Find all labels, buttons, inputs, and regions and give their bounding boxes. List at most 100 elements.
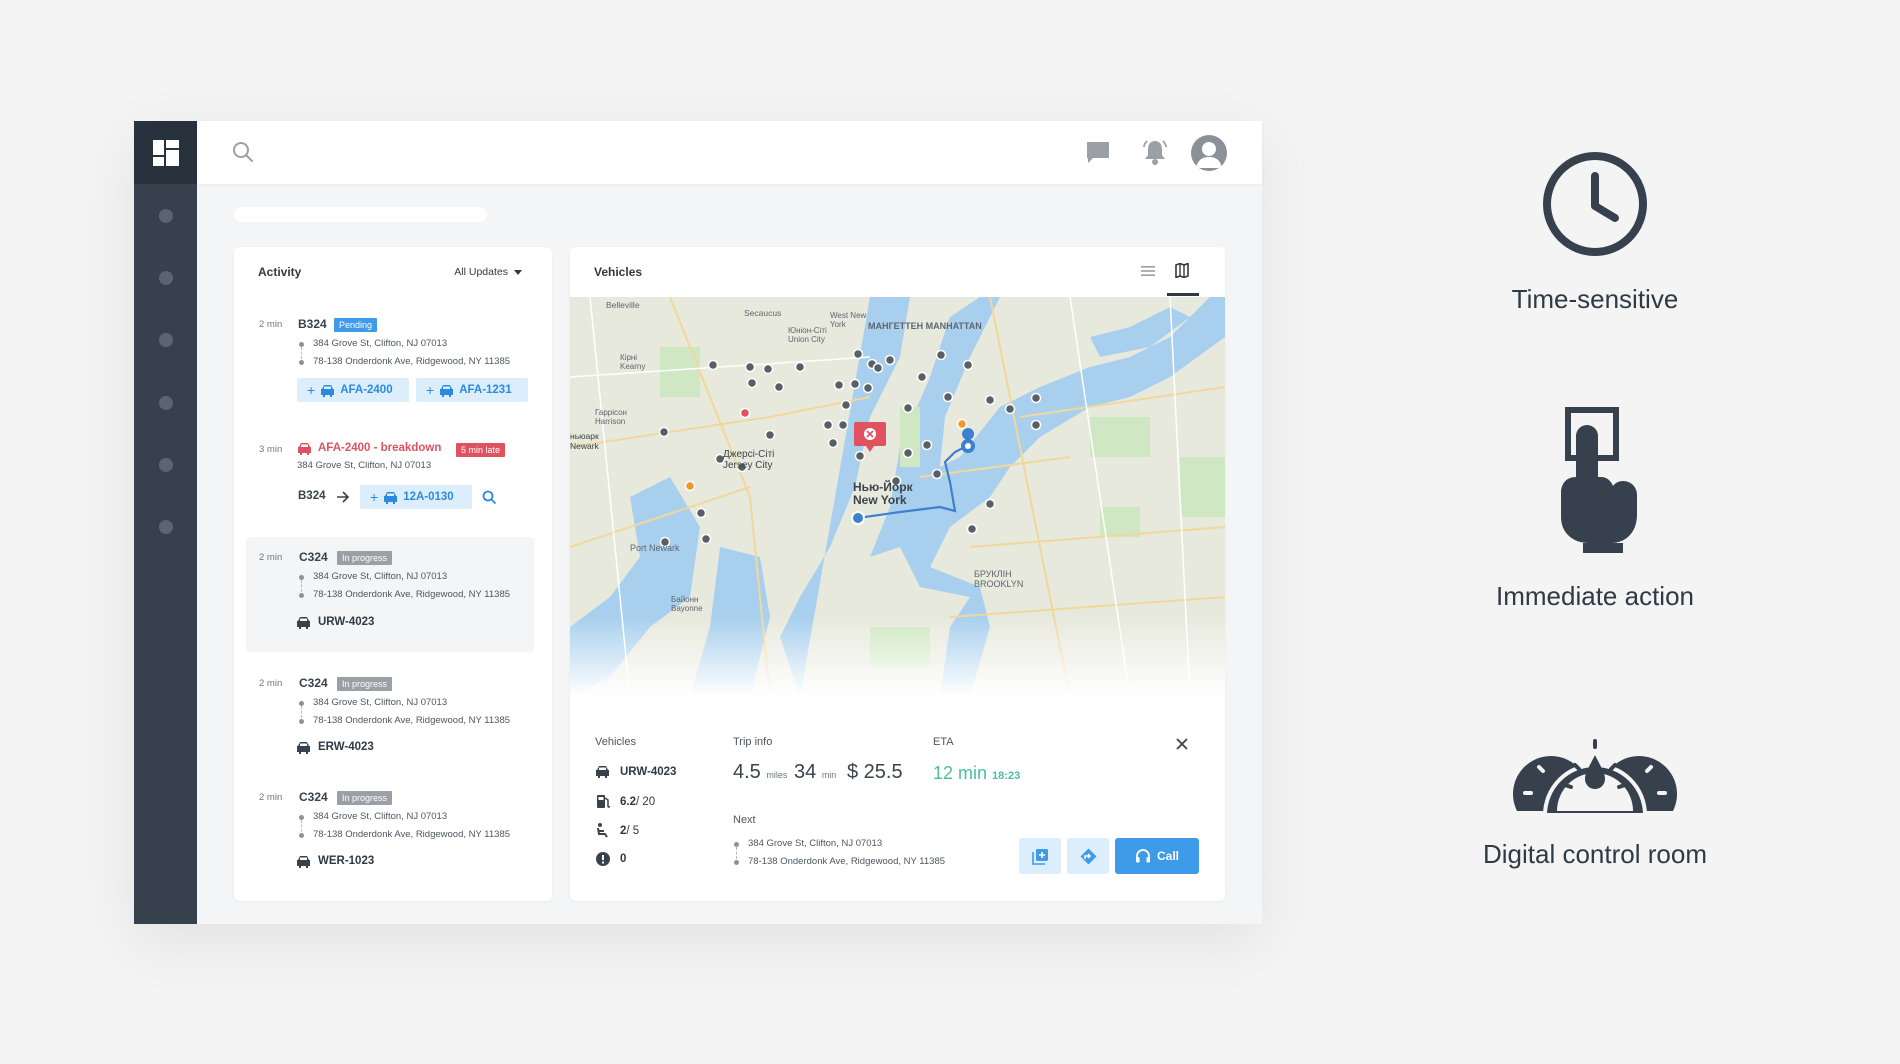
plus-icon: +: [307, 382, 316, 398]
search-icon[interactable]: [231, 140, 255, 169]
chip-label: AFA-2400: [340, 384, 393, 396]
car-icon: [297, 742, 310, 754]
feature-time-sensitive: Time-sensitive: [1415, 150, 1775, 315]
status-badge: In progress: [337, 551, 393, 565]
item-id: C324: [299, 676, 328, 690]
map-label-new-york-ru: Нью-Йорк: [853, 480, 913, 494]
clock-icon: [1543, 152, 1647, 256]
eta-duration: 12 min: [933, 763, 988, 783]
map-view-icon[interactable]: [1175, 263, 1189, 278]
sidebar-item-5[interactable]: [159, 458, 173, 472]
arrow-right-icon: [337, 491, 350, 503]
status-badge: In progress: [337, 791, 393, 805]
reassign-from-id: B324: [298, 490, 326, 502]
avatar[interactable]: [1191, 135, 1227, 171]
map-label-manhattan: МАНГЕТТЕН MANHATTAN: [868, 321, 982, 331]
destination-dot: [299, 833, 304, 838]
sidebar-item-3[interactable]: [159, 333, 173, 347]
destination-dot: [299, 360, 304, 365]
bell-icon[interactable]: [1141, 138, 1169, 171]
feature-immediate-action: Immediate action: [1415, 407, 1775, 612]
trip-distance: 4.5 miles: [733, 761, 787, 784]
updates-filter-dropdown[interactable]: All Updates: [454, 266, 522, 278]
alert-icon: [596, 852, 610, 866]
call-button[interactable]: Call: [1115, 838, 1199, 874]
dispatch-app: Activity All Updates 2 min B324 Pending …: [134, 121, 1262, 924]
destination-address: 78-138 Onderdonk Ave, Ridgewood, NY 1138…: [313, 589, 511, 600]
map-label-secaucus: Secaucus: [744, 308, 782, 318]
breakdown-title: AFA-2400 - breakdown: [318, 442, 442, 454]
eta-time: 18:23: [992, 770, 1021, 782]
next-destination-address: 78-138 Onderdonk Ave, Ridgewood, NY 1138…: [748, 856, 946, 867]
car-icon: [384, 491, 398, 504]
dashboard-logo-icon[interactable]: [134, 121, 197, 184]
car-icon: [321, 384, 335, 397]
feature-label: Digital control room: [1483, 839, 1707, 869]
sidebar-item-6[interactable]: [159, 520, 173, 534]
map-label-bayonne: Байонн Bayonne: [671, 595, 703, 613]
next-label: Next: [733, 814, 756, 826]
replacement-vehicle-chip[interactable]: + 12A-0130: [360, 485, 472, 509]
directions-icon: [1080, 848, 1096, 864]
route-line: [301, 820, 302, 832]
destination-dot: [734, 860, 739, 865]
search-icon[interactable]: [482, 490, 497, 505]
destination-address: 78-138 Onderdonk Ave, Ridgewood, NY 1138…: [313, 715, 511, 726]
close-icon[interactable]: [1176, 738, 1188, 750]
item-time: 3 min: [259, 444, 283, 455]
breakdown-address: 384 Grove St, Clifton, NJ 07013: [297, 460, 432, 471]
map-tab-indicator: [1167, 293, 1199, 296]
car-icon: [440, 384, 454, 397]
add-stop-button[interactable]: [1019, 838, 1061, 874]
status-badge: In progress: [337, 677, 393, 691]
vehicle-id: ERW-4023: [318, 741, 374, 753]
sidebar-item-1[interactable]: [159, 209, 173, 223]
placeholder-bar: [234, 207, 487, 222]
destination-address: 78-138 Onderdonk Ave, Ridgewood, NY 1138…: [313, 356, 511, 367]
vehicle-id: WER-1023: [318, 855, 375, 867]
map-label-brooklyn: БРУКЛІН BROOKLYN: [974, 569, 1024, 589]
item-id: C324: [299, 550, 328, 564]
sidebar-item-2[interactable]: [159, 271, 173, 285]
item-time: 2 min: [259, 319, 283, 330]
top-bar: [197, 121, 1262, 184]
trip-price: $ 25.5: [847, 761, 903, 783]
activity-item-selected[interactable]: 2 min C324 In progress 384 Grove St, Cli…: [246, 537, 534, 652]
car-icon: [596, 766, 609, 778]
vehicle-chip[interactable]: + AFA-2400: [297, 378, 409, 402]
eta-label: ETA: [933, 736, 954, 748]
activity-title: Activity: [258, 265, 302, 279]
origin-address: 384 Grove St, Clifton, NJ 07013: [313, 338, 448, 349]
chat-icon[interactable]: [1085, 138, 1111, 171]
map-label-union-city: Юніон-Сіті Union City: [788, 326, 827, 344]
list-view-icon[interactable]: [1141, 265, 1155, 277]
item-time: 2 min: [259, 552, 283, 563]
origin-address: 384 Grove St, Clifton, NJ 07013: [313, 811, 448, 822]
map-label-port-newark: Port Newark: [630, 543, 680, 553]
city-map[interactable]: МАНГЕТТЕН MANHATTAN Джерсі-Сіті Jersey C…: [570, 297, 1225, 697]
seats-row: 2/ 5: [596, 823, 639, 838]
map-label-kearny: Кірні Kearny: [620, 353, 646, 371]
minutes-value: 34: [794, 761, 817, 783]
map-label-new-york-en: New York: [853, 493, 907, 507]
status-badge: Pending: [334, 318, 378, 332]
directions-button[interactable]: [1067, 838, 1109, 874]
minutes-unit: min: [821, 770, 837, 780]
route-line: [736, 847, 737, 859]
car-icon: [297, 617, 310, 629]
chip-label: 12A-0130: [403, 491, 454, 503]
seat-icon: [597, 823, 608, 838]
destination-dot: [299, 719, 304, 724]
next-origin-address: 384 Grove St, Clifton, NJ 07013: [748, 838, 883, 849]
feature-label: Time-sensitive: [1511, 284, 1679, 314]
map-fade: [570, 617, 1225, 697]
item-id: B324: [298, 317, 327, 331]
vehicle-chip[interactable]: + AFA-1231: [416, 378, 528, 402]
vehicle-id: URW-4023: [318, 616, 375, 628]
eta-value: 12 min 18:23: [933, 763, 1020, 784]
sidebar-item-4[interactable]: [159, 396, 173, 410]
item-time: 2 min: [259, 792, 283, 803]
filter-label: All Updates: [454, 266, 508, 278]
map-label-newark: ньюарк Newark: [570, 431, 599, 451]
map-label-belleville: Belleville: [606, 300, 640, 310]
